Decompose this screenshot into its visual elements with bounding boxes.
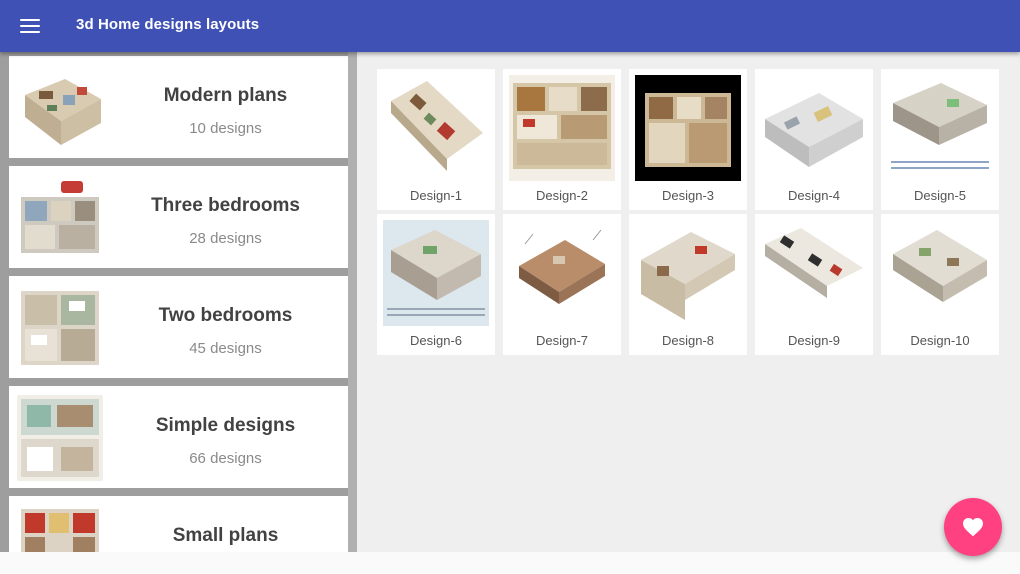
category-card-three-bedrooms[interactable]: Three bedrooms 28 designs	[9, 166, 348, 268]
design-thumbnail	[761, 75, 867, 181]
design-label: Design-8	[661, 333, 715, 348]
app-title: 3d Home designs layouts	[76, 16, 260, 33]
category-card-simple-designs[interactable]: Simple designs 66 designs	[9, 386, 348, 488]
design-thumbnail	[635, 220, 741, 326]
design-label: Design-9	[787, 333, 841, 348]
design-thumbnail	[887, 75, 993, 181]
design-label: Design-6	[409, 333, 463, 348]
category-title: Three bedrooms	[151, 195, 300, 216]
category-count: 28 designs	[189, 230, 262, 247]
design-label: Design-5	[913, 188, 967, 203]
design-label: Design-2	[535, 188, 589, 203]
category-thumbnail	[17, 505, 103, 552]
category-title: Modern plans	[163, 85, 288, 106]
heart-icon	[963, 518, 983, 537]
category-card-modern-plans[interactable]: Modern plans 10 designs	[9, 56, 348, 158]
design-thumbnail	[509, 75, 615, 181]
app-bar: 3d Home designs layouts	[0, 0, 1020, 52]
favorites-fab-button[interactable]	[944, 498, 1002, 556]
design-thumbnail	[635, 75, 741, 181]
design-label: Design-4	[787, 188, 841, 203]
category-title: Simple designs	[155, 415, 296, 436]
category-thumbnail	[17, 395, 103, 481]
design-thumbnail	[887, 220, 993, 326]
category-thumbnail	[17, 285, 103, 371]
menu-icon[interactable]	[12, 10, 48, 42]
design-thumbnail	[761, 220, 867, 326]
design-thumbnail	[509, 220, 615, 326]
design-label: Design-7	[535, 333, 589, 348]
design-card-7[interactable]: Design-7	[503, 214, 621, 355]
design-card-1[interactable]: Design-1	[377, 69, 495, 210]
design-card-9[interactable]: Design-9	[755, 214, 873, 355]
design-card-10[interactable]: Design-10	[881, 214, 999, 355]
design-label: Design-3	[661, 188, 715, 203]
design-label: Design-1	[409, 188, 463, 203]
category-card-two-bedrooms[interactable]: Two bedrooms 45 designs	[9, 276, 348, 378]
category-count: 10 designs	[189, 120, 262, 137]
design-card-4[interactable]: Design-4	[755, 69, 873, 210]
design-card-5[interactable]: Design-5	[881, 69, 999, 210]
bottom-strip	[0, 552, 1020, 574]
design-label: Design-10	[910, 333, 970, 348]
category-title: Two bedrooms	[158, 305, 293, 326]
category-title: Small plans	[172, 525, 279, 546]
design-card-8[interactable]: Design-8	[629, 214, 747, 355]
category-thumbnail	[17, 175, 103, 261]
designs-grid: Design-1 Design-2 Design-3 Design-4 Desi…	[357, 52, 1020, 552]
design-card-6[interactable]: Design-6	[377, 214, 495, 355]
category-thumbnail	[17, 65, 103, 151]
design-card-2[interactable]: Design-2	[503, 69, 621, 210]
design-thumbnail	[383, 220, 489, 326]
design-thumbnail	[383, 75, 489, 181]
category-count: 66 designs	[189, 450, 262, 467]
design-card-3[interactable]: Design-3	[629, 69, 747, 210]
category-card-small-plans[interactable]: Small plans	[9, 496, 348, 552]
category-count: 45 designs	[189, 340, 262, 357]
category-list: Modern plans 10 designs Three bedrooms 2…	[0, 52, 357, 552]
scrollbar-track[interactable]	[348, 52, 357, 552]
